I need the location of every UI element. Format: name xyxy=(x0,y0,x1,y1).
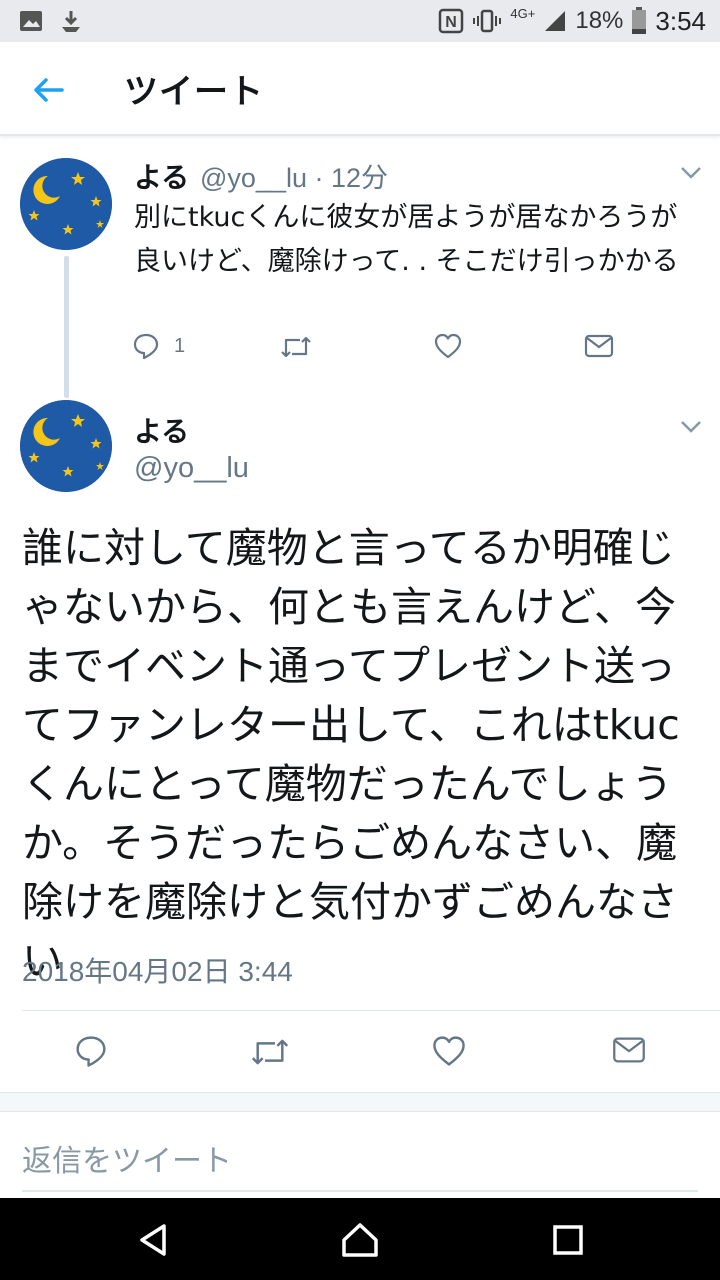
status-bar: N 4G+ 18% 3:54 xyxy=(0,0,720,42)
thread-connector xyxy=(64,256,69,398)
signal-icon xyxy=(545,11,566,31)
chevron-down-icon[interactable] xyxy=(680,420,702,434)
reply-button[interactable] xyxy=(74,1034,108,1068)
retweet-button[interactable] xyxy=(280,334,312,360)
navigation-bar xyxy=(0,1198,720,1280)
like-button[interactable] xyxy=(432,1034,466,1068)
battery-percent: 18% xyxy=(575,7,624,34)
battery-icon xyxy=(632,7,647,34)
avatar[interactable] xyxy=(20,400,112,492)
reply-icon xyxy=(76,1036,106,1067)
retweet-icon xyxy=(251,1039,289,1065)
moon-stars-icon xyxy=(20,158,112,250)
reply-input[interactable]: 返信をツイート xyxy=(22,1136,232,1180)
reply-count: 1 xyxy=(174,334,186,357)
reply-button[interactable]: 1 xyxy=(132,332,185,360)
message-button[interactable] xyxy=(612,1036,646,1064)
reply-icon xyxy=(133,333,159,360)
heart-icon xyxy=(433,1036,465,1066)
tweet-text: 別にtkucくんに彼女が居ようが居なかろうが良いけど、魔除けって. . そこだけ… xyxy=(134,202,679,277)
network-type: 4G+ xyxy=(510,5,536,21)
tweet-text: 誰に対して魔物と言ってるか明確じゃないから、何とも言えんけど、今までイベント通っ… xyxy=(22,524,680,985)
section-separator xyxy=(0,1092,720,1112)
recents-square-icon[interactable] xyxy=(546,1218,590,1262)
home-icon[interactable] xyxy=(338,1218,382,1262)
author-handle[interactable]: @yo__lu xyxy=(134,452,249,485)
heart-icon xyxy=(434,333,462,359)
page-title: ツイート xyxy=(124,72,264,112)
vibrate-icon xyxy=(473,9,502,33)
reply-input-underline xyxy=(22,1190,698,1192)
clock: 3:54 xyxy=(655,5,706,36)
author-handle-time: @yo__lu · 12分 xyxy=(200,163,388,193)
svg-text:N: N xyxy=(446,14,458,31)
author-name[interactable]: よる xyxy=(134,410,189,450)
chevron-down-icon[interactable] xyxy=(680,166,702,180)
retweet-button[interactable] xyxy=(250,1036,290,1068)
message-button[interactable] xyxy=(584,334,614,358)
retweet-icon xyxy=(281,336,311,358)
divider xyxy=(22,1010,720,1011)
image-notification-icon xyxy=(20,11,42,31)
moon-stars-icon xyxy=(20,400,112,492)
avatar[interactable] xyxy=(20,158,112,250)
tweet-timestamp: 2018年04月02日 3:44 xyxy=(22,956,293,987)
like-button[interactable] xyxy=(434,332,462,360)
back-arrow-icon[interactable] xyxy=(28,70,68,110)
envelope-icon xyxy=(584,334,614,358)
download-notification-icon xyxy=(62,11,80,32)
nfc-icon: N xyxy=(439,8,464,34)
back-triangle-icon[interactable] xyxy=(132,1218,176,1262)
app-header: ツイート xyxy=(0,42,720,136)
envelope-icon xyxy=(613,1037,645,1063)
author-name[interactable]: よる xyxy=(134,156,189,196)
